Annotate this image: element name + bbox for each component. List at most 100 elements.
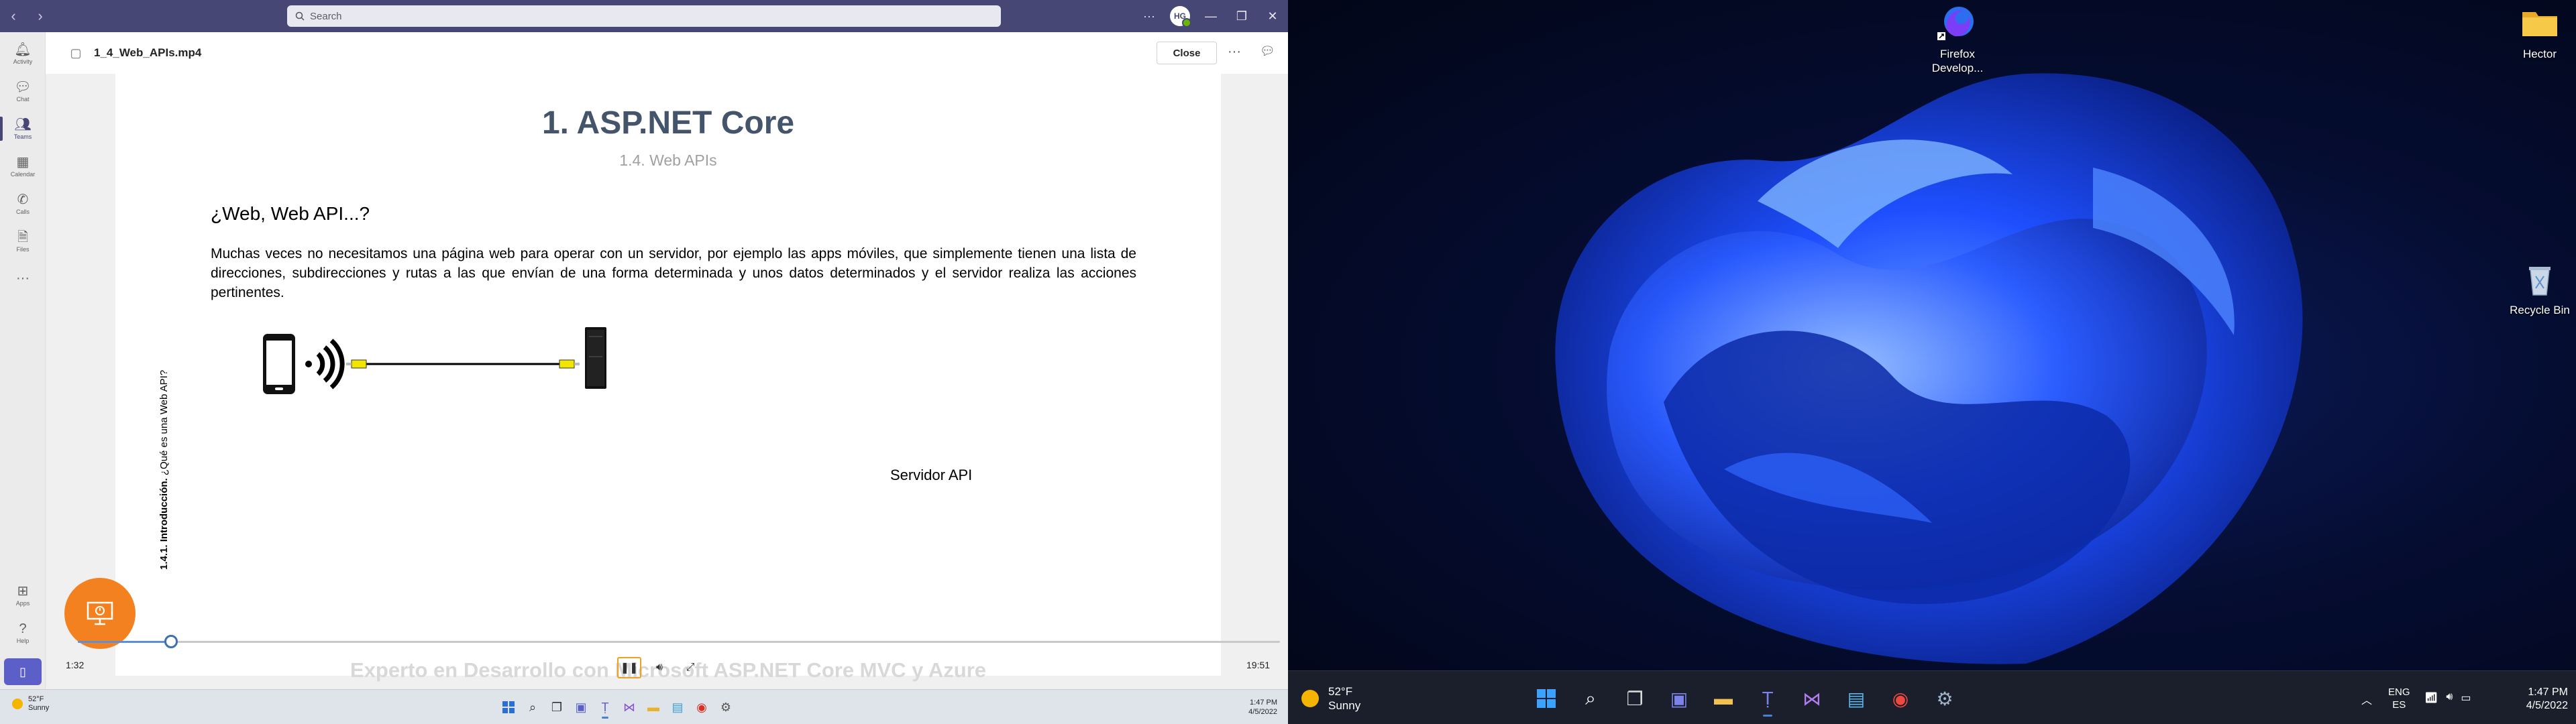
explorer-taskbar-button[interactable]: ▬ (641, 695, 665, 719)
conversation-icon[interactable]: 💬︎ (1260, 44, 1275, 58)
search-icon: ⌕ (529, 700, 537, 714)
meet-icon: ▣ (575, 700, 587, 714)
seek-fill (78, 641, 171, 643)
presentation-icon (87, 601, 113, 625)
rail-more-apps[interactable]: ··· (0, 260, 46, 298)
teams-taskbar-button[interactable]: Ṭ (593, 695, 617, 719)
rail-item-teams[interactable]: 👥︎ Teams (0, 110, 46, 147)
desktop-icon-hector-folder[interactable]: Hector (2508, 3, 2572, 61)
teams-icon: Ṭ (601, 700, 609, 714)
teams-content: ▢ 1_4_Web_APIs.mp4 Close ··· 💬︎ 1. ASP.N… (46, 32, 1288, 689)
chat-taskbar-button[interactable]: ▣ (1657, 679, 1701, 718)
clock[interactable]: 1:47 PM 4/5/2022 (2501, 686, 2568, 713)
start-button[interactable] (1524, 679, 1568, 718)
volume-button[interactable]: 🔊︎ (649, 657, 669, 678)
slide-title: 1. ASP.NET Core (541, 105, 795, 141)
rail-item-chat[interactable]: 💬︎ Chat (0, 72, 46, 110)
file-icon: 🗎 (17, 230, 29, 245)
teams-taskbar-button[interactable]: Ṭ (1746, 679, 1790, 718)
rail-label: Apps (15, 600, 30, 607)
notepad-taskbar-button[interactable]: ▤ (1834, 679, 1878, 718)
rail-item-activity[interactable]: 🔔︎ Activity (0, 35, 46, 72)
folder-icon: ▬ (1714, 688, 1733, 709)
sun-icon (1301, 690, 1319, 707)
slide-subtitle: 1.4. Web APIs (619, 152, 717, 169)
weather-widget[interactable]: 52°F Sunny (12, 695, 49, 713)
close-button[interactable]: Close (1157, 42, 1217, 64)
language-code: ENG (2388, 686, 2410, 698)
visual-studio-icon: ⋈ (1803, 688, 1821, 709)
seek-bar[interactable] (78, 635, 1285, 648)
weather-widget[interactable]: 52°F Sunny (1301, 684, 1360, 713)
fullscreen-button[interactable]: ⤢ (680, 657, 700, 678)
teams-titlebar: ‹ › Search ··· HG — ❐ ✕ (0, 0, 1288, 32)
more-options-icon[interactable]: ··· (1228, 44, 1241, 60)
left-monitor: ‹ › Search ··· HG — ❐ ✕ 🔔︎ Activity 💬︎ C… (0, 0, 1288, 724)
meet-icon: ▣ (1670, 688, 1688, 709)
chrome-taskbar-button[interactable]: ◉ (1878, 679, 1923, 718)
firefox-icon (1937, 3, 1978, 43)
forward-arrow-icon[interactable]: › (27, 7, 54, 25)
close-window-icon[interactable]: ✕ (1257, 9, 1288, 23)
client-server-diagram (263, 327, 606, 394)
rail-item-files[interactable]: 🗎 Files (0, 223, 46, 260)
avatar-initials: HG (1174, 11, 1186, 21)
rail-item-apps[interactable]: ⊞ Apps (0, 577, 46, 614)
system-tray[interactable]: 📶︎ 🔊︎ ▭ (2424, 691, 2471, 705)
task-view-button[interactable]: ❐ (1613, 679, 1657, 718)
gear-icon: ⚙ (720, 700, 732, 714)
rail-item-help[interactable]: ? Help (0, 614, 46, 652)
sun-icon (12, 699, 23, 709)
bloom-wallpaper-art (1555, 73, 2303, 664)
search-taskbar-button[interactable]: ⌕ (521, 695, 545, 719)
task-view-icon: ❐ (1626, 688, 1644, 709)
rail-item-calls[interactable]: ✆ Calls (0, 185, 46, 223)
start-button[interactable] (496, 695, 521, 719)
app-rail: 🔔︎ Activity 💬︎ Chat 👥︎ Teams ▦ Calendar … (0, 32, 46, 689)
desktop-icon-firefox[interactable]: Firefox Develop... (1925, 3, 1990, 75)
chrome-taskbar-button[interactable]: ◉ (690, 695, 714, 719)
mobile-icon: ▯ (19, 664, 26, 678)
desktop-wallpaper (1288, 0, 2576, 670)
input-language-indicator[interactable]: ENG ES (2388, 686, 2410, 711)
section-number: 1.4.1. Introducción. (158, 478, 170, 570)
maximize-icon[interactable]: ❐ (1226, 9, 1257, 23)
clock[interactable]: 1:47 PM 4/5/2022 (1248, 698, 1277, 717)
more-options-icon[interactable]: ··· (1134, 9, 1165, 23)
search-taskbar-button[interactable]: ⌕ (1568, 679, 1613, 718)
search-input[interactable]: Search (287, 5, 1001, 27)
notepad-taskbar-button[interactable]: ▤ (665, 695, 690, 719)
slide-section-label: 1.4.1. Introducción. ¿Qué es una Web API… (158, 342, 176, 570)
mobile-device-button[interactable]: ▯ (4, 658, 42, 685)
smartphone-icon (263, 334, 295, 394)
task-view-button[interactable]: ❐ (545, 695, 569, 719)
phone-icon: ✆ (17, 192, 29, 207)
date: 4/5/2022 (1248, 708, 1277, 716)
video-player[interactable]: 1. ASP.NET Core 1.4. Web APIs ¿Web, Web … (46, 74, 1288, 689)
fullscreen-icon: ⤢ (686, 662, 695, 673)
explorer-taskbar-button[interactable]: ▬ (1701, 679, 1746, 718)
back-arrow-icon[interactable]: ‹ (0, 7, 27, 25)
volume-icon: 🔊︎ (2446, 691, 2453, 703)
settings-taskbar-button[interactable]: ⚙ (714, 695, 738, 719)
presentation-button[interactable] (64, 578, 136, 649)
chat-icon: 💬︎ (14, 80, 32, 95)
visual-studio-taskbar-button[interactable]: ⋈ (1790, 679, 1834, 718)
seek-thumb[interactable] (164, 635, 178, 648)
windows-logo-icon (502, 701, 515, 713)
minimize-icon[interactable]: — (1195, 9, 1226, 23)
avatar[interactable]: HG (1170, 6, 1191, 27)
temperature: 52°F (28, 695, 44, 703)
chat-taskbar-button[interactable]: ▣ (569, 695, 593, 719)
windows-logo-icon (1537, 689, 1556, 708)
pause-button[interactable]: ❚❚ (617, 657, 641, 678)
teams-icon: 👥︎ (14, 117, 32, 132)
visual-studio-taskbar-button[interactable]: ⋈ (617, 695, 641, 719)
rail-item-calendar[interactable]: ▦ Calendar (0, 147, 46, 185)
desktop-icon-label: Recycle Bin (2510, 304, 2570, 316)
volume-icon: 🔊︎ (655, 662, 663, 673)
settings-taskbar-button[interactable]: ⚙ (1923, 679, 1967, 718)
desktop-icon-recycle-bin[interactable]: Recycle Bin (2508, 259, 2572, 317)
rail-label: Chat (16, 96, 30, 103)
show-hidden-icons-chevron-icon[interactable]: ︿ (2361, 691, 2372, 707)
